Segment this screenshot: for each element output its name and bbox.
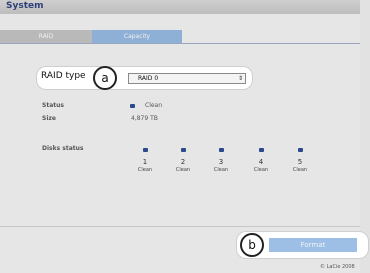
disk-status: Clean — [292, 167, 308, 173]
size-value: 4,879 TB — [131, 115, 158, 122]
disk-number: 4 — [258, 158, 264, 166]
format-button[interactable]: Format — [269, 238, 357, 252]
status-label: Status — [42, 102, 64, 109]
status-led-icon — [130, 104, 135, 108]
disk-status: Clean — [253, 167, 269, 173]
raid-type-selected-value: RAID 0 — [138, 75, 159, 82]
select-arrows-icon: ⇕ — [237, 75, 243, 82]
disk-status-item: 4 Clean — [249, 148, 273, 173]
disk-status-item: 5 Clean — [288, 148, 312, 173]
disks-status-label: Disks status — [42, 145, 84, 152]
disk-number: 3 — [218, 158, 224, 166]
page-title: System — [6, 1, 44, 11]
tab-bar-filler — [182, 30, 360, 43]
size-label: Size — [42, 115, 56, 122]
callout-badge-b: b — [240, 233, 264, 257]
disk-status-item: 2 Clean — [171, 148, 195, 173]
disk-led-icon — [218, 148, 224, 152]
raid-type-select[interactable]: RAID 0 ⇕ — [128, 73, 246, 84]
disk-status: Clean — [137, 167, 153, 173]
disk-number: 5 — [297, 158, 303, 166]
disk-led-icon — [297, 148, 303, 152]
disk-number: 1 — [142, 158, 148, 166]
tab-bar: RAID Capacity — [0, 30, 360, 43]
tab-divider — [0, 43, 360, 44]
copyright-text: © LaCie 2008 — [320, 264, 355, 270]
tab-capacity[interactable]: Capacity — [92, 30, 182, 43]
disk-status: Clean — [213, 167, 229, 173]
header-bar: System — [0, 0, 360, 14]
disk-status-item: 1 Clean — [133, 148, 157, 173]
status-value: Clean — [145, 102, 163, 109]
footer-divider — [0, 226, 360, 227]
disk-status: Clean — [175, 167, 191, 173]
callout-badge-a: a — [93, 66, 117, 90]
raid-type-label: RAID type — [41, 71, 86, 81]
disk-status-item: 3 Clean — [209, 148, 233, 173]
disk-led-icon — [180, 148, 186, 152]
tab-raid[interactable]: RAID — [0, 30, 92, 43]
disk-led-icon — [142, 148, 148, 152]
disk-number: 2 — [180, 158, 186, 166]
disk-led-icon — [258, 148, 264, 152]
